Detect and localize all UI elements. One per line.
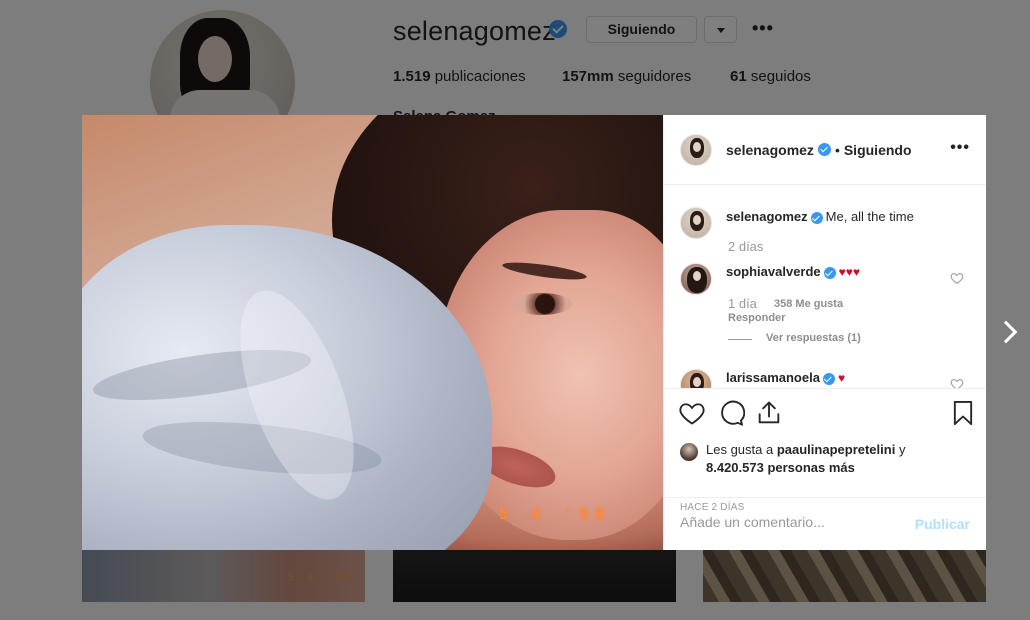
comment-time[interactable]: 1 día <box>728 296 757 311</box>
comment-input[interactable] <box>680 514 900 530</box>
publish-button[interactable]: Publicar <box>915 516 970 532</box>
comment-item: sophiavalverde ♥♥♥ <box>680 263 860 295</box>
comment-likes-count[interactable]: 358 Me gusta <box>774 298 843 310</box>
post-header: selenagomez • Siguiendo ••• <box>664 115 986 185</box>
caption: selenagomez Me, all the time <box>680 207 914 239</box>
comment-username[interactable]: larissamanoela <box>726 370 820 385</box>
author-avatar[interactable] <box>680 207 712 239</box>
verified-badge-icon <box>823 266 836 279</box>
post-options-icon[interactable]: ••• <box>950 139 970 157</box>
comment-like-heart-icon[interactable] <box>950 377 964 388</box>
commenter-avatar[interactable] <box>680 263 712 295</box>
like-heart-icon[interactable] <box>678 399 706 427</box>
liker-avatar[interactable] <box>680 443 698 461</box>
verified-badge-icon <box>810 211 823 224</box>
verified-badge-icon <box>822 372 835 385</box>
likes-summary: Les gusta a paaulinapepretelini y 8.420.… <box>680 441 905 477</box>
comment-text: ♥♥♥ <box>838 265 861 279</box>
following-status-button[interactable]: Siguiendo <box>844 142 912 158</box>
comments-list[interactable]: selenagomez Me, all the time 2 días sophi… <box>664 185 986 388</box>
reply-button[interactable]: Responder <box>728 312 785 324</box>
commenter-avatar[interactable] <box>680 369 712 388</box>
header-separator: • <box>834 141 840 158</box>
comment-bubble-icon[interactable] <box>717 399 745 427</box>
author-username[interactable]: selenagomez <box>726 142 814 158</box>
share-icon[interactable] <box>755 399 783 427</box>
view-replies-button[interactable]: Ver respuestas (1) <box>766 332 861 344</box>
post-modal: 5 4 '98 selenagomez • Siguiendo ••• sele… <box>82 115 986 550</box>
next-post-arrow-icon[interactable] <box>996 318 1016 348</box>
comment-item: larissamanoela ♥ <box>680 369 845 388</box>
author-avatar[interactable] <box>680 133 712 166</box>
verified-badge-icon <box>817 143 831 156</box>
caption-time[interactable]: 2 días <box>728 239 763 254</box>
comment-text: ♥ <box>837 371 846 385</box>
caption-text: Me, all the time <box>825 209 914 224</box>
post-sidebar: selenagomez • Siguiendo ••• selenagomez M… <box>663 115 986 550</box>
comment-like-heart-icon[interactable] <box>950 271 964 285</box>
replies-divider <box>728 339 752 340</box>
caption-username[interactable]: selenagomez <box>726 209 808 224</box>
photo-date-stamp: 5 4 '98 <box>499 505 612 523</box>
likes-count-link[interactable]: 8.420.573 personas más <box>706 460 855 475</box>
add-comment-section: Publicar <box>664 497 986 550</box>
liker-username[interactable]: paaulinapepretelini <box>777 442 895 457</box>
save-bookmark-icon[interactable] <box>949 399 977 427</box>
comment-username[interactable]: sophiavalverde <box>726 264 821 279</box>
post-photo[interactable]: 5 4 '98 <box>82 115 663 550</box>
